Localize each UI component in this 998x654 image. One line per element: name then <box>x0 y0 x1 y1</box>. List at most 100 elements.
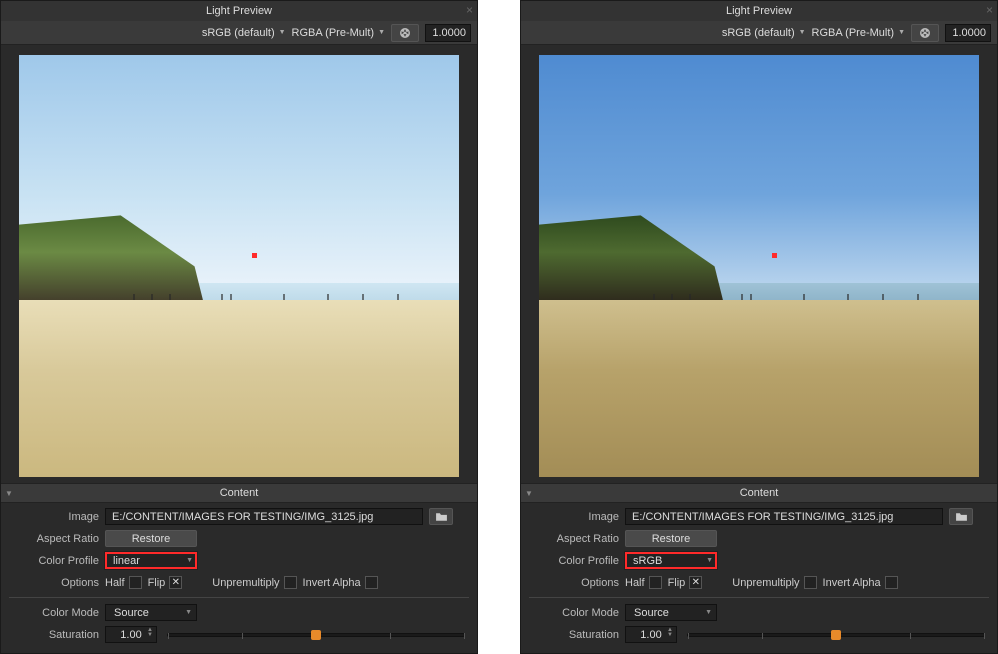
slider-knob[interactable] <box>311 630 321 640</box>
color-profile-value: linear <box>113 555 140 567</box>
zoom-field[interactable]: 1.0000 <box>945 24 991 42</box>
unpremultiply-label: Unpremultiply <box>212 577 279 589</box>
color-mode-select[interactable]: Source ▼ <box>625 604 717 621</box>
panel-title: Light Preview <box>206 5 272 17</box>
spinner-arrows-icon[interactable]: ▲▼ <box>667 628 673 638</box>
restore-button[interactable]: Restore <box>105 530 197 547</box>
half-label: Half <box>105 577 125 589</box>
channels-label: RGBA (Pre-Mult) <box>812 27 895 39</box>
sand <box>19 300 459 477</box>
half-label: Half <box>625 577 645 589</box>
restore-button[interactable]: Restore <box>625 530 717 547</box>
chevron-down-icon: ▼ <box>279 29 286 36</box>
color-mode-value: Source <box>634 607 669 619</box>
aperture-icon[interactable] <box>391 24 419 42</box>
saturation-field[interactable]: 1.00 ▲▼ <box>105 626 157 643</box>
color-profile-label: Color Profile <box>9 555 99 567</box>
unpremultiply-label: Unpremultiply <box>732 577 799 589</box>
display-profile-label: sRGB (default) <box>722 27 795 39</box>
saturation-label: Saturation <box>529 629 619 641</box>
people <box>19 296 459 300</box>
saturation-field[interactable]: 1.00 ▲▼ <box>625 626 677 643</box>
chevron-down-icon: ▼ <box>799 29 806 36</box>
unpremultiply-checkbox[interactable] <box>804 576 817 589</box>
preview-image <box>539 55 979 477</box>
preview-viewport[interactable] <box>1 45 477 483</box>
channels-label: RGBA (Pre-Mult) <box>292 27 375 39</box>
browse-folder-icon[interactable] <box>429 508 453 525</box>
slider-knob[interactable] <box>831 630 841 640</box>
display-profile-dropdown[interactable]: sRGB (default) ▼ <box>722 27 806 39</box>
color-mode-value: Source <box>114 607 149 619</box>
options-label: Options <box>529 577 619 589</box>
close-icon[interactable]: × <box>466 3 473 17</box>
content-section-header[interactable]: ▼ Content <box>1 483 477 503</box>
people <box>539 296 979 300</box>
chevron-down-icon: ▼ <box>185 609 192 616</box>
display-profile-label: sRGB (default) <box>202 27 275 39</box>
image-label: Image <box>9 511 99 523</box>
flip-checkbox[interactable]: ✕ <box>169 576 182 589</box>
invert-alpha-label: Invert Alpha <box>823 577 881 589</box>
content-form: Image E:/CONTENT/IMAGES FOR TESTING/IMG_… <box>1 503 477 646</box>
pick-marker[interactable] <box>252 253 257 258</box>
content-section-header[interactable]: ▼ Content <box>521 483 997 503</box>
chevron-down-icon: ▼ <box>705 609 712 616</box>
saturation-value: 1.00 <box>120 629 141 641</box>
color-mode-label: Color Mode <box>529 607 619 619</box>
spinner-arrows-icon[interactable]: ▲▼ <box>147 628 153 638</box>
pick-marker[interactable] <box>772 253 777 258</box>
content-header-label: Content <box>220 487 259 499</box>
aspect-label: Aspect Ratio <box>529 533 619 545</box>
close-icon[interactable]: × <box>986 3 993 17</box>
chevron-down-icon: ▼ <box>378 29 385 36</box>
panel-title: Light Preview <box>726 5 792 17</box>
image-path-field[interactable]: E:/CONTENT/IMAGES FOR TESTING/IMG_3125.j… <box>105 508 423 525</box>
display-profile-dropdown[interactable]: sRGB (default) ▼ <box>202 27 286 39</box>
divider <box>529 597 989 598</box>
flip-checkbox[interactable]: ✕ <box>689 576 702 589</box>
preview-viewport[interactable] <box>521 45 997 483</box>
saturation-slider[interactable] <box>687 633 985 637</box>
color-mode-select[interactable]: Source ▼ <box>105 604 197 621</box>
options-label: Options <box>9 577 99 589</box>
aperture-icon[interactable] <box>911 24 939 42</box>
flip-label: Flip <box>148 577 166 589</box>
half-checkbox[interactable] <box>649 576 662 589</box>
chevron-down-icon: ▼ <box>706 557 713 564</box>
channels-dropdown[interactable]: RGBA (Pre-Mult) ▼ <box>292 27 385 39</box>
unpremultiply-checkbox[interactable] <box>284 576 297 589</box>
panel-titlebar: Light Preview × <box>521 1 997 21</box>
zoom-field[interactable]: 1.0000 <box>425 24 471 42</box>
saturation-value: 1.00 <box>640 629 661 641</box>
channels-dropdown[interactable]: RGBA (Pre-Mult) ▼ <box>812 27 905 39</box>
color-profile-value: sRGB <box>633 555 662 567</box>
saturation-label: Saturation <box>9 629 99 641</box>
color-profile-select[interactable]: sRGB ▼ <box>625 552 717 569</box>
flip-label: Flip <box>668 577 686 589</box>
invert-alpha-checkbox[interactable] <box>365 576 378 589</box>
color-profile-select[interactable]: linear ▼ <box>105 552 197 569</box>
preview-toolbar: sRGB (default) ▼ RGBA (Pre-Mult) ▼ 1.000… <box>1 21 477 45</box>
image-path-field[interactable]: E:/CONTENT/IMAGES FOR TESTING/IMG_3125.j… <box>625 508 943 525</box>
aspect-label: Aspect Ratio <box>9 533 99 545</box>
saturation-slider[interactable] <box>167 633 465 637</box>
content-form: Image E:/CONTENT/IMAGES FOR TESTING/IMG_… <box>521 503 997 646</box>
invert-alpha-checkbox[interactable] <box>885 576 898 589</box>
sand <box>539 300 979 477</box>
image-label: Image <box>529 511 619 523</box>
collapse-icon: ▼ <box>5 489 13 498</box>
chevron-down-icon: ▼ <box>898 29 905 36</box>
half-checkbox[interactable] <box>129 576 142 589</box>
divider <box>9 597 469 598</box>
preview-toolbar: sRGB (default) ▼ RGBA (Pre-Mult) ▼ 1.000… <box>521 21 997 45</box>
content-header-label: Content <box>740 487 779 499</box>
panel-titlebar: Light Preview × <box>1 1 477 21</box>
color-profile-label: Color Profile <box>529 555 619 567</box>
chevron-down-icon: ▼ <box>186 557 193 564</box>
light-preview-panel: Light Preview × sRGB (default) ▼ RGBA (P… <box>0 0 478 654</box>
color-mode-label: Color Mode <box>9 607 99 619</box>
light-preview-panel: Light Preview × sRGB (default) ▼ RGBA (P… <box>520 0 998 654</box>
browse-folder-icon[interactable] <box>949 508 973 525</box>
collapse-icon: ▼ <box>525 489 533 498</box>
